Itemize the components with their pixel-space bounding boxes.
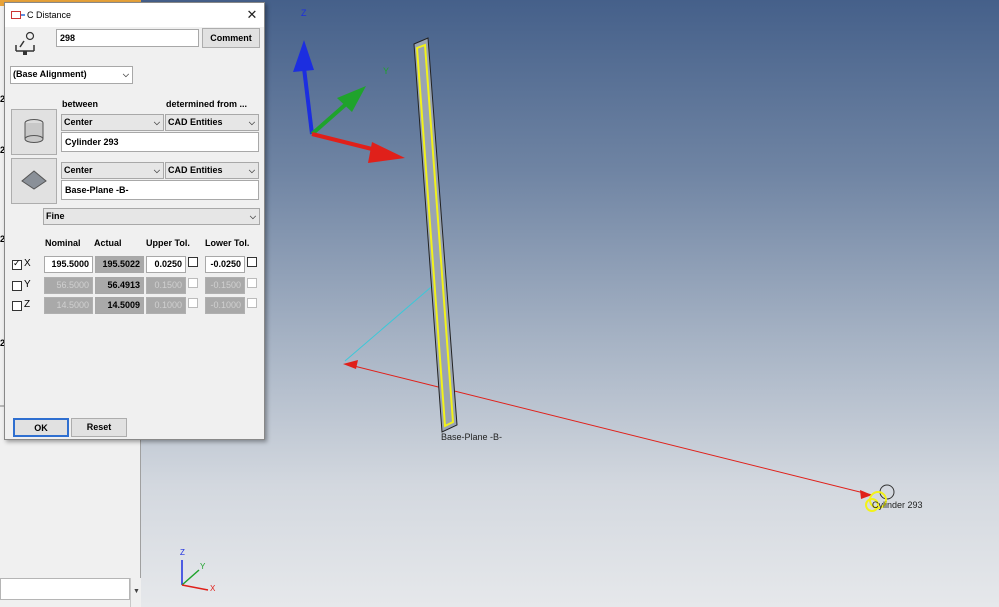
y-axis-arrow (310, 103, 347, 136)
ok-button[interactable]: OK (13, 418, 69, 437)
y-axis-row-label: Y (24, 279, 31, 290)
mini-y-axis (181, 569, 200, 586)
z-nominal-field: 14.5000 (44, 297, 93, 314)
chevron-down-icon: ⌵ (153, 166, 160, 175)
chevron-down-icon: ⌵ (153, 118, 160, 127)
nominal-header: Nominal (45, 238, 81, 248)
x-lower-tol-field[interactable]: -0.0250 (205, 256, 245, 273)
element2-source-value: CAD Entities (168, 165, 223, 175)
close-icon[interactable]: ✕ (240, 3, 264, 27)
plane-icon (21, 170, 47, 190)
plane-label: Base-Plane -B- (441, 432, 503, 442)
element1-source-value: CAD Entities (168, 117, 223, 127)
actual-header: Actual (94, 238, 122, 248)
measure-element-icon (15, 31, 35, 55)
mini-x-axis (181, 584, 209, 591)
mini-x-label: X (210, 584, 216, 593)
z-upper-tol-checkbox (188, 298, 198, 308)
z-lower-tol-field: -0.1000 (205, 297, 245, 314)
upper-tol-header: Upper Tol. (146, 238, 190, 248)
alignment-value: (Base Alignment) (13, 69, 87, 79)
dialog-titlebar[interactable]: C Distance ✕ (5, 3, 264, 27)
y-upper-tol-field: 0.1500 (146, 277, 186, 294)
distance-arrow-start (343, 360, 358, 369)
panel-input[interactable] (0, 578, 130, 600)
chevron-down-icon: ⌵ (248, 166, 255, 175)
y-axis-label: Y (383, 66, 390, 76)
y-checkbox[interactable] (12, 281, 22, 291)
alignment-select[interactable]: (Base Alignment) ⌵ (10, 66, 133, 84)
element2-source-select[interactable]: CAD Entities ⌵ (165, 162, 259, 179)
cylinder-label: Cylinder 293 (872, 500, 923, 510)
z-actual-field: 14.5009 (95, 297, 144, 314)
element2-mode-select[interactable]: Center ⌵ (61, 162, 164, 179)
element2-name-field[interactable]: Base-Plane -B- (61, 180, 259, 200)
z-axis-row-label: Z (24, 299, 31, 310)
id-field[interactable]: 298 (56, 29, 199, 47)
chevron-down-icon: ⌵ (248, 118, 255, 127)
element1-select-button[interactable] (11, 109, 57, 155)
c-distance-dialog: C Distance ✕ 298 Comment (Base Alignment… (4, 2, 265, 440)
z-upper-tol-field: 0.1000 (146, 297, 186, 314)
y-lower-tol-checkbox (247, 278, 257, 288)
mini-y-label: Y (200, 562, 206, 571)
z-axis-label: Z (301, 8, 307, 18)
comment-button[interactable]: Comment (202, 28, 260, 48)
dialog-title: C Distance (27, 10, 72, 20)
x-upper-tol-field[interactable]: 0.0250 (146, 256, 186, 273)
chevron-down-icon[interactable]: ▼ (133, 588, 140, 595)
precision-value: Fine (46, 211, 65, 221)
x-upper-tol-checkbox[interactable] (188, 257, 198, 267)
lower-tol-header: Lower Tol. (205, 238, 250, 248)
precision-select[interactable]: Fine ⌵ (43, 208, 260, 225)
panel-scrollbar[interactable]: ▼ (130, 578, 141, 607)
x-actual-field: 195.5022 (95, 256, 144, 273)
element2-mode-value: Center (64, 165, 93, 175)
z-checkbox[interactable] (12, 301, 22, 311)
y-upper-tol-checkbox (188, 278, 198, 288)
chevron-down-icon: ⌵ (249, 212, 256, 221)
helper-line (344, 281, 438, 362)
chevron-down-icon: ⌵ (122, 70, 129, 79)
element1-name-field[interactable]: Cylinder 293 (61, 132, 259, 152)
element2-select-button[interactable] (11, 158, 57, 204)
cylinder-icon (24, 119, 44, 143)
determined-from-label: determined from ... (166, 99, 248, 109)
between-label: between (62, 99, 99, 109)
x-axis-arrow (311, 132, 377, 152)
x-checkbox[interactable] (12, 258, 22, 270)
distance-line (349, 364, 873, 496)
x-nominal-field[interactable]: 195.5000 (44, 256, 93, 273)
distance-icon (11, 11, 25, 19)
x-axis-head (368, 142, 405, 163)
element1-source-select[interactable]: CAD Entities ⌵ (165, 114, 259, 131)
y-nominal-field: 56.5000 (44, 277, 93, 294)
z-axis-head (293, 40, 314, 72)
element1-mode-value: Center (64, 117, 93, 127)
mini-z-label: Z (180, 548, 185, 557)
z-axis-arrow (302, 67, 314, 135)
y-actual-field: 56.4913 (95, 277, 144, 294)
x-lower-tol-checkbox[interactable] (247, 257, 257, 267)
z-lower-tol-checkbox (247, 298, 257, 308)
y-lower-tol-field: -0.1500 (205, 277, 245, 294)
x-axis-row-label: X (24, 258, 31, 269)
element1-mode-select[interactable]: Center ⌵ (61, 114, 164, 131)
reset-button[interactable]: Reset (71, 418, 127, 437)
